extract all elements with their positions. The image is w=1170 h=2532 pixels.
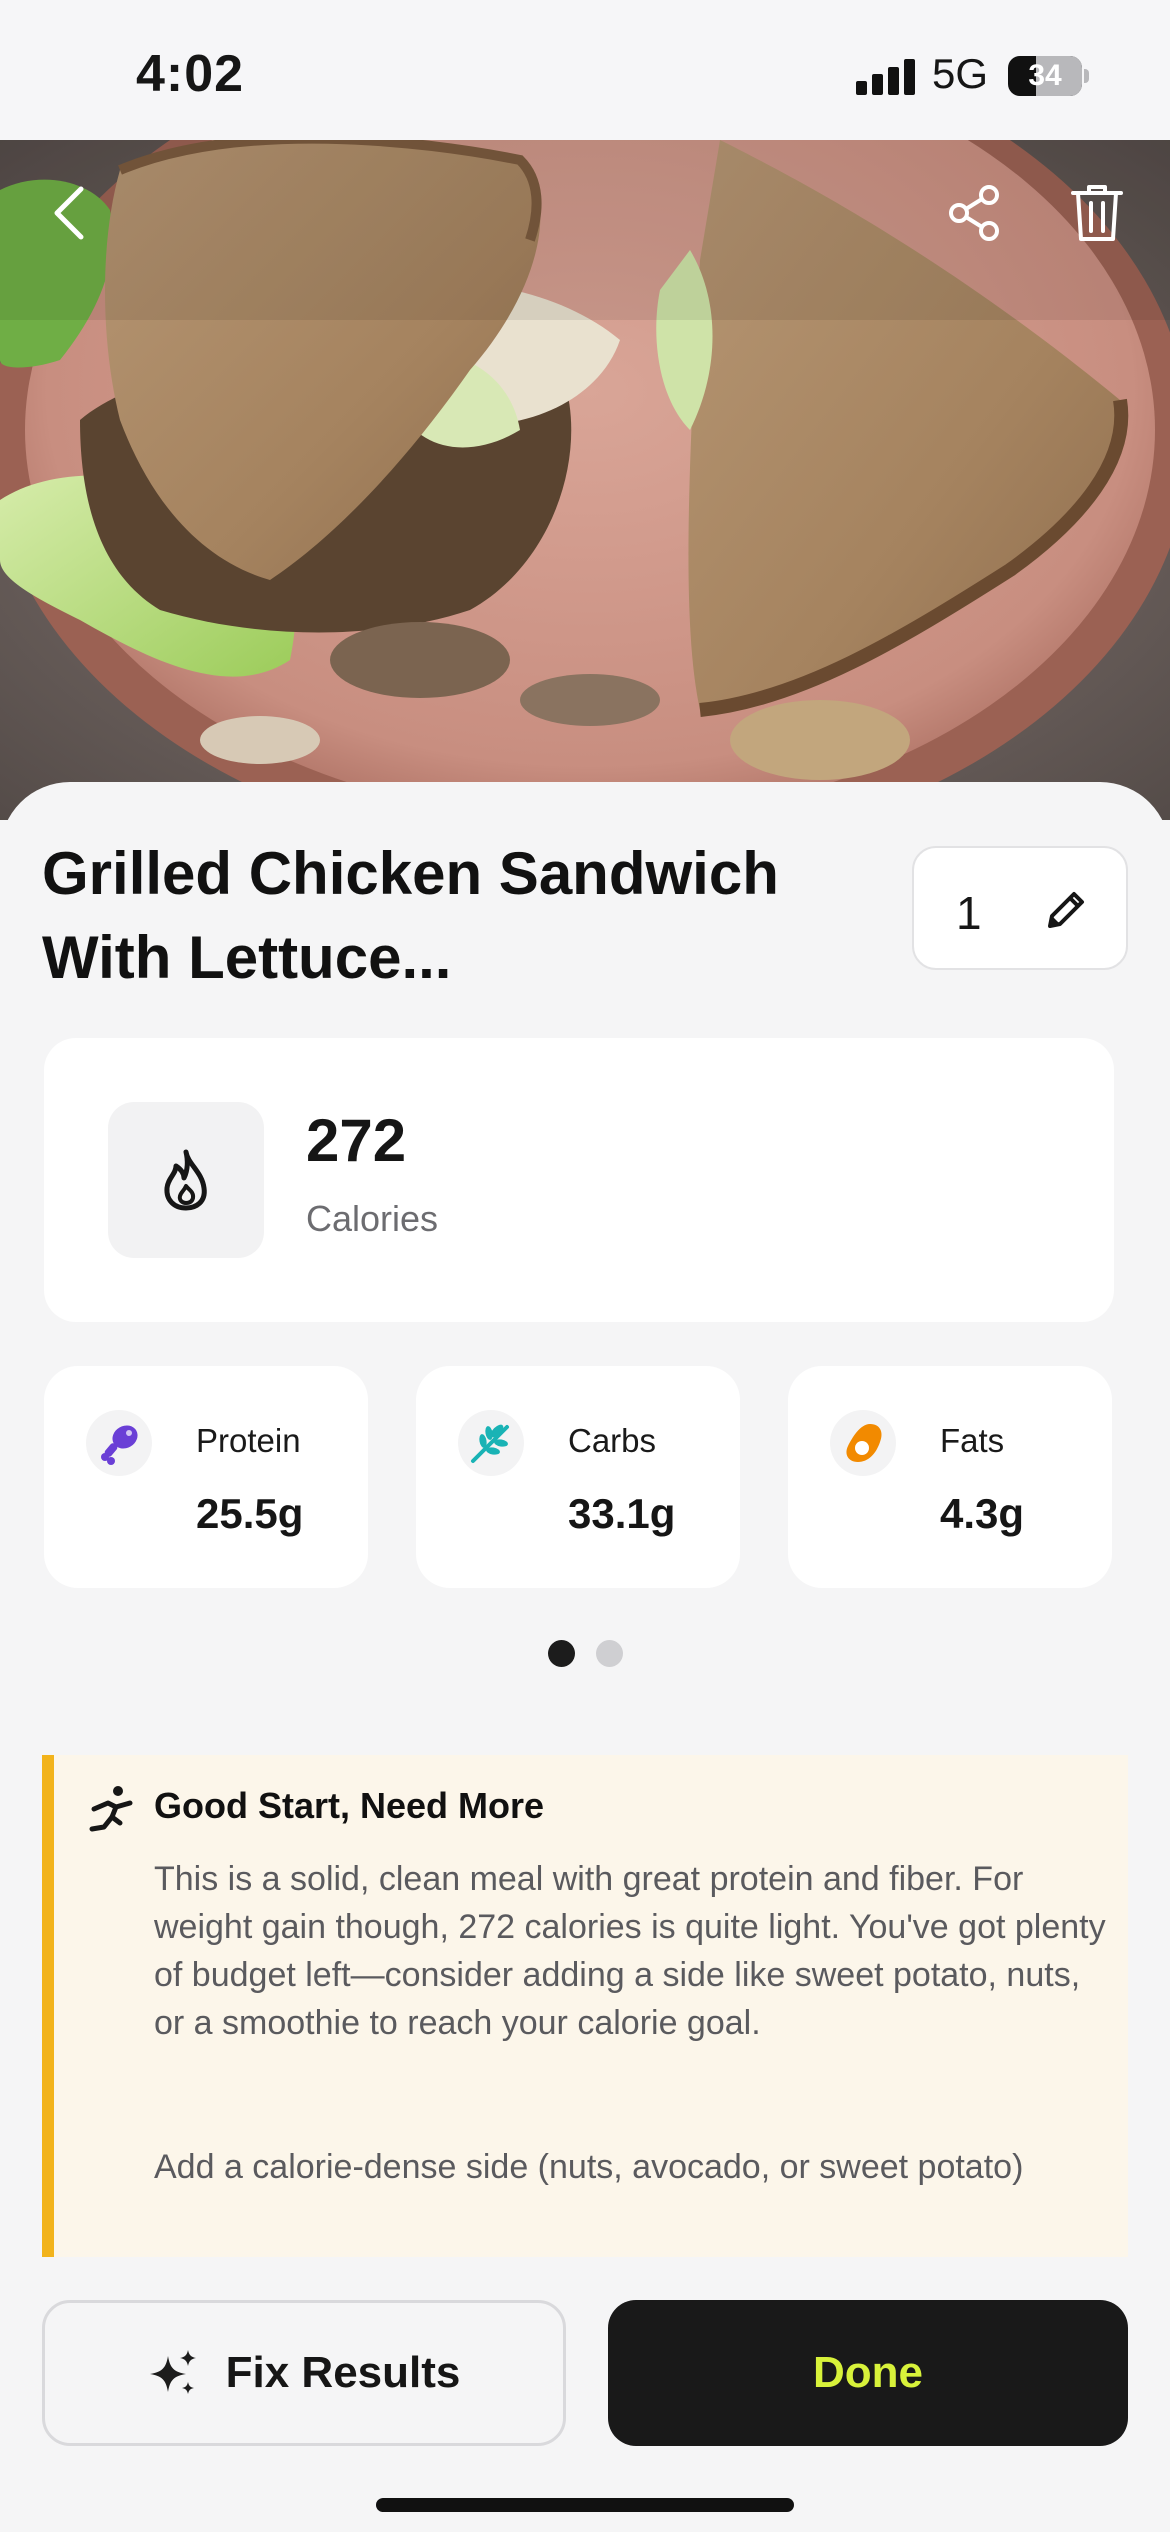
insight-title: Good Start, Need More xyxy=(154,1785,545,1826)
fats-icon-badge xyxy=(830,1410,896,1476)
done-button[interactable]: Done xyxy=(608,2300,1128,2446)
battery-level: 34 xyxy=(1028,59,1062,92)
insight-tip: Add a calorie-dense side (nuts, avocado,… xyxy=(154,2148,1024,2186)
fix-results-button[interactable]: Fix Results xyxy=(42,2300,566,2446)
macro-card-protein[interactable]: Protein 25.5g xyxy=(44,1366,368,1588)
signal-icon xyxy=(856,59,916,95)
home-indicator[interactable] xyxy=(376,2498,794,2512)
battery-tip xyxy=(1084,69,1089,83)
calories-icon-tile xyxy=(108,1102,264,1258)
nutrition-sheet: Grilled Chicken Sandwich With Lettuce...… xyxy=(0,782,1170,2532)
food-title: Grilled Chicken Sandwich With Lettuce... xyxy=(42,840,779,991)
protein-icon-badge xyxy=(86,1410,152,1476)
carbs-icon-badge xyxy=(458,1410,524,1476)
calories-value: 272 xyxy=(306,1107,407,1174)
macro-label: Fats xyxy=(940,1422,1005,1459)
trash-icon xyxy=(1071,185,1123,241)
status-time: 4:02 xyxy=(136,45,245,103)
quantity-value: 1 xyxy=(956,887,982,939)
macro-label: Carbs xyxy=(568,1422,657,1459)
chevron-left-icon xyxy=(54,186,84,240)
battery-icon: 34 xyxy=(1008,56,1082,96)
network-type: 5G xyxy=(932,50,989,97)
avocado-icon xyxy=(846,1424,882,1462)
insight-card: Good Start, Need More This is a solid, c… xyxy=(42,1755,1128,2257)
macro-value: 25.5g xyxy=(196,1490,304,1537)
macro-value: 33.1g xyxy=(568,1490,676,1537)
done-label: Done xyxy=(813,2348,923,2397)
delete-button[interactable] xyxy=(1052,168,1142,258)
macro-card-fats[interactable]: Fats 4.3g xyxy=(788,1366,1112,1588)
insight-body: This is a solid, clean meal with great p… xyxy=(154,1860,1106,2042)
quantity-editor[interactable]: 1 xyxy=(912,846,1128,970)
sparkles-icon xyxy=(149,2350,196,2394)
status-bar: 4:02 5G 34 xyxy=(0,0,1170,140)
macro-value: 4.3g xyxy=(940,1490,1025,1537)
page-dot-active[interactable] xyxy=(548,1640,575,1667)
running-person-icon xyxy=(89,1786,133,1832)
macro-label: Protein xyxy=(196,1422,301,1459)
flame-icon xyxy=(164,1149,207,1211)
page-dot[interactable] xyxy=(596,1640,623,1667)
share-button[interactable] xyxy=(930,168,1020,258)
fix-results-label: Fix Results xyxy=(225,2348,461,2397)
share-icon xyxy=(949,185,999,241)
calories-card[interactable]: 272 Calories xyxy=(44,1038,1114,1322)
pencil-icon[interactable] xyxy=(1042,886,1090,934)
food-photo xyxy=(0,140,1170,820)
back-button[interactable] xyxy=(24,168,114,258)
calories-label: Calories xyxy=(306,1198,439,1239)
drumstick-icon xyxy=(101,1425,138,1465)
macro-card-carbs[interactable]: Carbs 33.1g xyxy=(416,1366,740,1588)
wheat-icon xyxy=(471,1424,509,1463)
